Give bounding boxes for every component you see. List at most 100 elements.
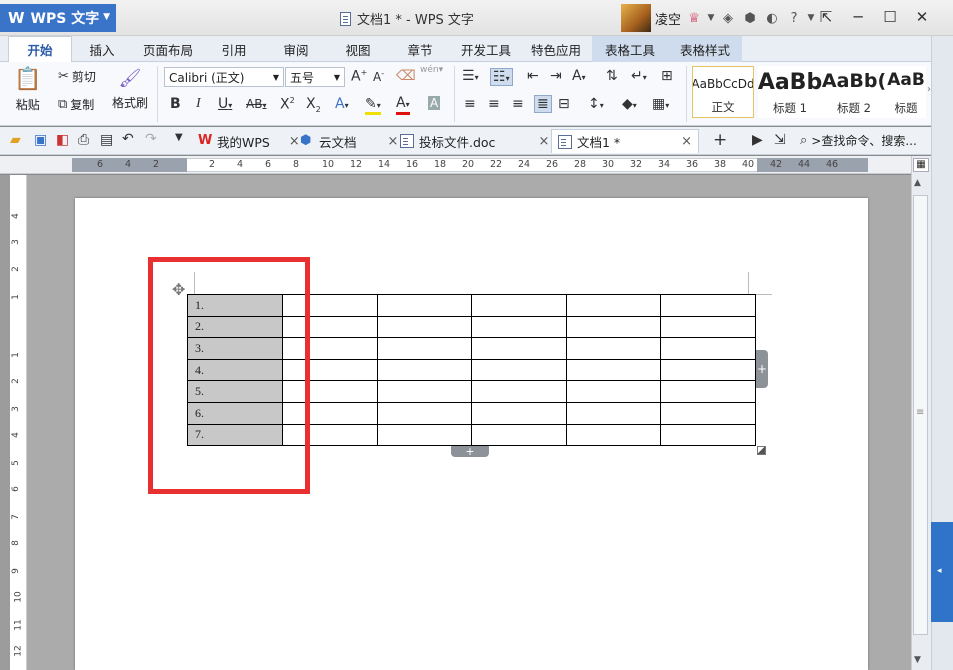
italic-icon[interactable]: I (196, 96, 201, 112)
format-painter-button[interactable]: 🖌 格式刷 (112, 68, 148, 111)
font-name-select[interactable]: Calibri (正文) ▼ (164, 67, 284, 87)
tab-list-icon[interactable]: ⇲ (774, 132, 786, 148)
table-cell[interactable] (565, 380, 662, 403)
doc-tab[interactable]: ⬢ 云文档 × (294, 129, 404, 153)
chevron-down-icon[interactable]: ▼ (175, 132, 183, 143)
horizontal-ruler[interactable]: 6 4 2 2 4 6 8 10 12 14 16 18 20 22 24 26 28 30 32 34 36 38 40 4… (0, 156, 911, 174)
export-pdf-icon[interactable]: ◧ (56, 132, 69, 148)
new-tab-icon[interactable]: + (713, 130, 727, 150)
vip-icon[interactable]: ♕ (685, 11, 703, 26)
style-heading-1[interactable]: AaBb 标题 1 (758, 66, 822, 118)
table-cell[interactable] (565, 401, 662, 425)
table-cell[interactable] (660, 337, 756, 360)
phonetic-guide-icon[interactable]: wén▾ (420, 65, 443, 75)
copy-button[interactable]: ⧉ 复制 (58, 96, 94, 113)
font-size-select[interactable]: 五号 ▼ (285, 67, 345, 87)
screen-icon[interactable]: ▶ (752, 132, 763, 148)
clear-format-icon[interactable]: ⌫ (396, 68, 416, 84)
redo-icon[interactable]: ↷ (145, 131, 157, 147)
user-name[interactable]: 凌空 (655, 9, 681, 28)
table-cell[interactable] (565, 294, 662, 317)
tab-review[interactable]: 审阅 (272, 36, 320, 62)
bullet-list-icon[interactable]: ☰▾ (462, 68, 479, 84)
numbered-list-icon[interactable]: ☷▾ (490, 68, 513, 86)
table-cell[interactable] (565, 358, 662, 382)
paragraph-mark-icon[interactable]: ↵▾ (631, 68, 647, 84)
style-normal[interactable]: AaBbCcDd 正文 (692, 66, 754, 118)
close-icon[interactable]: × (681, 134, 692, 149)
line-spacing-icon[interactable]: ↕▾ (588, 96, 604, 112)
chevron-down-icon[interactable]: ▼ (807, 13, 815, 23)
table-cell[interactable] (660, 423, 756, 447)
table-cell[interactable] (660, 294, 756, 317)
underline-icon[interactable]: U▾ (218, 96, 232, 112)
table-cell[interactable] (376, 423, 473, 447)
table-cell[interactable] (565, 337, 662, 360)
font-color-icon[interactable]: A▾ (396, 96, 410, 115)
table-cell[interactable] (376, 380, 473, 403)
superscript-icon[interactable]: X2 (280, 96, 295, 113)
table-grid-icon[interactable]: ⊞ (661, 68, 673, 84)
table-cell[interactable] (471, 315, 567, 339)
doc-tab-active[interactable]: 文档1 * × (551, 129, 699, 153)
bold-icon[interactable]: B (170, 96, 181, 112)
tab-page-layout[interactable]: 页面布局 (136, 36, 200, 62)
add-column-icon[interactable]: + (756, 350, 768, 388)
open-folder-icon[interactable]: ▰ (10, 132, 21, 148)
user-area[interactable]: 凌空 ♕ ▼ ◈ ⬢ ◐ ? ▼ (621, 4, 815, 32)
style-title[interactable]: AaB 标题 (886, 66, 926, 118)
add-row-icon[interactable]: + (451, 445, 489, 458)
style-heading-2[interactable]: AaBb( 标题 2 (822, 66, 886, 118)
restore-to-toolbar-icon[interactable]: ⇱ (815, 6, 837, 28)
print-icon[interactable]: ⎙ (78, 132, 89, 148)
command-search[interactable]: ⌕ >查找命令、搜索... (800, 132, 917, 149)
table-cell[interactable] (376, 315, 473, 339)
app-menu-button[interactable]: W WPS 文字 ▼ (0, 4, 116, 32)
subscript-icon[interactable]: X2 (306, 96, 321, 114)
sort-icon[interactable]: ⇅ (606, 68, 618, 84)
help-icon[interactable]: ? (785, 11, 803, 26)
tab-references[interactable]: 引用 (210, 36, 258, 62)
side-panel-toggle[interactable]: ◂ (931, 522, 953, 622)
highlight-icon[interactable]: ✎▾ (365, 96, 381, 115)
scroll-down-icon[interactable]: ▼ (914, 655, 921, 665)
tab-table-tools[interactable]: 表格工具 (592, 36, 668, 62)
table-cell[interactable] (376, 358, 473, 382)
maximize-icon[interactable]: ☐ (879, 6, 901, 28)
grow-font-icon[interactable]: A+ (351, 68, 367, 85)
undo-icon[interactable]: ↶ (122, 131, 134, 147)
align-right-icon[interactable]: ≡ (512, 96, 524, 112)
cut-button[interactable]: ✂ 剪切 (58, 68, 96, 85)
table-cell[interactable] (471, 423, 567, 447)
align-left-icon[interactable]: ≡ (464, 96, 476, 112)
table-resize-handle-icon[interactable] (757, 446, 766, 455)
table-cell[interactable] (565, 423, 662, 447)
theme-icon[interactable]: ◐ (763, 11, 781, 26)
table-cell[interactable] (565, 315, 662, 339)
table-cell[interactable] (660, 315, 756, 339)
table-cell[interactable] (471, 380, 567, 403)
table-cell[interactable] (660, 358, 756, 382)
distributed-icon[interactable]: ⊟ (558, 96, 570, 112)
paste-button[interactable]: 📋 粘贴 (14, 68, 41, 113)
borders-icon[interactable]: ▦▾ (652, 96, 669, 112)
shading-icon[interactable]: ◆▾ (622, 96, 637, 112)
increase-indent-icon[interactable]: ⇥ (550, 68, 562, 84)
minimize-icon[interactable]: ─ (847, 6, 869, 28)
close-icon[interactable]: × (538, 134, 549, 149)
align-center-icon[interactable]: ≡ (488, 96, 500, 112)
tab-table-styles[interactable]: 表格样式 (668, 36, 742, 62)
table-cell[interactable] (471, 401, 567, 425)
tab-section[interactable]: 章节 (396, 36, 444, 62)
char-shading-icon[interactable]: A (428, 96, 441, 110)
skin-icon[interactable]: ⬢ (741, 11, 759, 26)
doc-tab[interactable]: 投标文件.doc × (394, 129, 555, 153)
save-icon[interactable]: ▣ (34, 132, 47, 148)
avatar[interactable] (621, 4, 651, 32)
vertical-ruler[interactable]: 4 3 2 1 1 2 3 4 5 6 7 8 9 10 11 12 (10, 175, 27, 670)
table-cell[interactable] (471, 294, 567, 317)
tab-insert[interactable]: 插入 (78, 36, 126, 62)
text-effect-icon[interactable]: A▾ (335, 96, 349, 112)
table-cell[interactable] (376, 294, 473, 317)
cloud-sync-icon[interactable]: ◈ (719, 11, 737, 26)
